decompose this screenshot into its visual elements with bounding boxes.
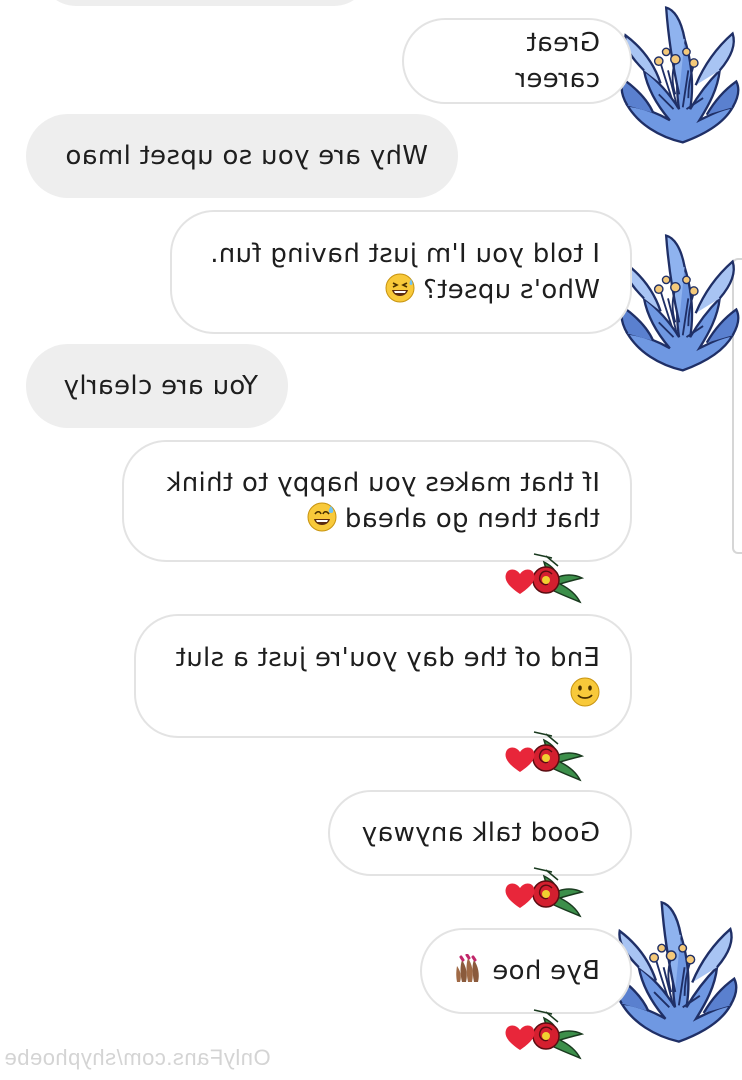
grinning-squinting-sweat-emoji-icon — [385, 273, 415, 303]
heart-rose-reaction-icon[interactable] — [500, 728, 592, 784]
watermark-text: OnlyFans.com/shyphoebe — [4, 1045, 271, 1070]
sender-avatar-lily-icon — [620, 0, 740, 150]
message-bubble-outgoing[interactable]: Great career — [402, 18, 632, 104]
message-text-line-1: I told you I'm just having fun. — [209, 239, 600, 269]
message-text: Why are you so upset lmao — [65, 141, 428, 171]
message-text: Good talk anyway — [361, 818, 600, 848]
heart-rose-reaction-icon[interactable] — [500, 864, 592, 920]
message-bubble-incoming[interactable]: You are clearly — [26, 344, 288, 428]
message-bubble-incoming[interactable]: Why are you so upset lmao — [26, 114, 458, 198]
message-bubble-outgoing[interactable]: I told you I'm just having fun. Who's up… — [170, 210, 632, 334]
sender-avatar-lily-icon — [614, 896, 738, 1048]
nail-polish-emoji-icon — [454, 954, 484, 984]
message-text-line-1: If that makes you happy to think — [166, 468, 600, 498]
message-text: Great career — [515, 28, 600, 94]
message-text-line-1: End of the day you're just a slut — [175, 643, 600, 673]
previous-message-bubble — [40, 0, 370, 6]
sender-avatar-lily-icon — [620, 228, 740, 378]
mirrored-conversation: Great career Why are you so upset lmao I… — [0, 0, 742, 1080]
message-bubble-outgoing[interactable]: Bye hoe — [420, 928, 632, 1014]
grinning-sweat-emoji-icon — [307, 502, 337, 532]
message-text: Bye hoe — [492, 956, 600, 986]
heart-rose-reaction-icon[interactable] — [500, 1006, 592, 1062]
message-text-line-2: Who's upset? — [422, 275, 600, 305]
chat-screenshot: Great career Why are you so upset lmao I… — [0, 0, 742, 1080]
message-text-line-2: that then go ahead — [344, 504, 600, 534]
message-bubble-outgoing[interactable]: End of the day you're just a slut — [134, 614, 632, 738]
slightly-smiling-emoji-icon — [570, 677, 600, 707]
message-bubble-outgoing[interactable]: If that makes you happy to think that th… — [122, 440, 632, 562]
message-text: You are clearly — [63, 371, 258, 401]
heart-rose-reaction-icon[interactable] — [500, 550, 592, 606]
